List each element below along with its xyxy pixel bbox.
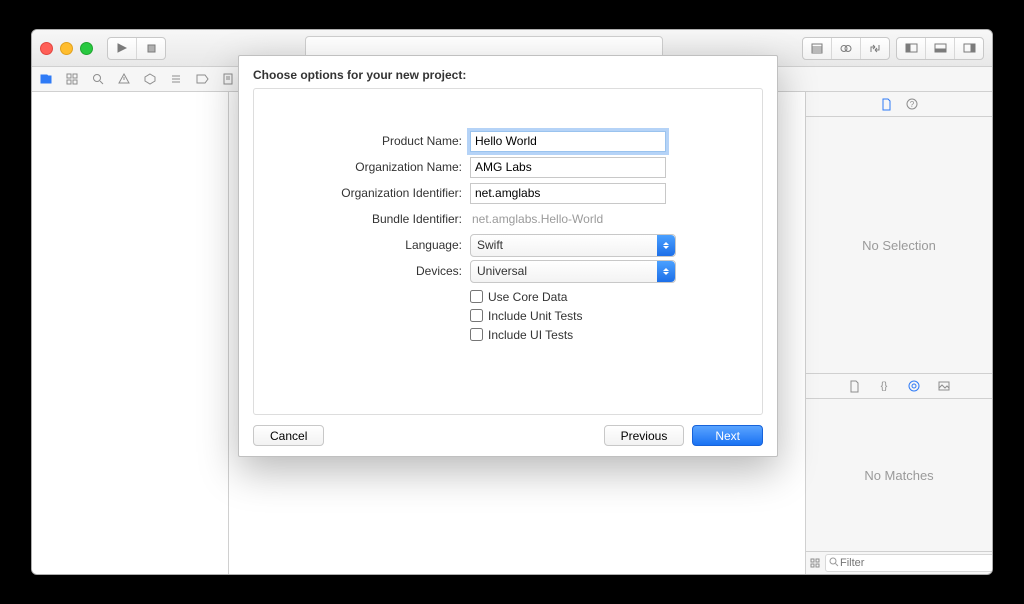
view-panels-segment <box>896 37 984 60</box>
quick-help-icon[interactable]: ? <box>906 98 918 110</box>
library-filter-bar <box>806 551 992 574</box>
close-window-button[interactable] <box>40 42 53 55</box>
find-navigator-icon[interactable] <box>90 71 106 87</box>
ui-tests-checkbox[interactable] <box>470 328 483 341</box>
organization-name-label: Organization Name: <box>274 160 470 174</box>
media-library-icon[interactable] <box>938 380 950 392</box>
code-snippet-library-icon[interactable]: {} <box>878 380 890 392</box>
toggle-utilities-button[interactable] <box>955 38 983 59</box>
library-filter-input[interactable] <box>825 554 993 572</box>
version-editor-button[interactable] <box>861 38 889 59</box>
file-template-library-icon[interactable] <box>849 380 860 393</box>
library-placeholder: No Matches <box>806 399 992 551</box>
core-data-label: Use Core Data <box>488 290 567 304</box>
stop-button[interactable] <box>137 38 165 59</box>
cancel-button[interactable]: Cancel <box>253 425 324 446</box>
assistant-editor-button[interactable] <box>832 38 861 59</box>
run-button[interactable] <box>108 38 137 59</box>
library-area: {} No Matches <box>806 373 992 574</box>
utilities-area: ? No Selection {} No Matches <box>805 92 992 574</box>
product-name-label: Product Name: <box>274 134 470 148</box>
organization-identifier-label: Organization Identifier: <box>274 186 470 200</box>
run-stop-segment <box>107 37 166 60</box>
xcode-window: ? No Selection {} No Matches <box>31 29 993 575</box>
unit-tests-checkbox[interactable] <box>470 309 483 322</box>
chevron-updown-icon <box>657 235 675 256</box>
next-button[interactable]: Next <box>692 425 763 446</box>
debug-navigator-icon[interactable] <box>168 71 184 87</box>
svg-text:{}: {} <box>880 381 887 392</box>
unit-tests-label: Include Unit Tests <box>488 309 583 323</box>
object-library-icon[interactable] <box>908 380 920 392</box>
bundle-identifier-label: Bundle Identifier: <box>274 212 470 226</box>
project-navigator-icon[interactable] <box>38 71 54 87</box>
file-inspector-icon[interactable] <box>881 98 892 111</box>
organization-identifier-input[interactable] <box>470 183 666 204</box>
devices-label: Devices: <box>274 264 470 278</box>
inspector-selector-bar: ? <box>806 92 992 117</box>
zoom-window-button[interactable] <box>80 42 93 55</box>
language-label: Language: <box>274 238 470 252</box>
symbol-navigator-icon[interactable] <box>64 71 80 87</box>
standard-editor-button[interactable] <box>803 38 832 59</box>
devices-value: Universal <box>477 264 527 278</box>
organization-name-input[interactable] <box>470 157 666 178</box>
devices-select[interactable]: Universal <box>470 260 676 283</box>
editor-mode-segment <box>802 37 890 60</box>
include-unit-tests-checkbox[interactable]: Include Unit Tests <box>470 306 742 325</box>
issue-navigator-icon[interactable] <box>116 71 132 87</box>
breakpoint-navigator-icon[interactable] <box>194 71 210 87</box>
new-project-options-sheet: Choose options for your new project: Pro… <box>238 55 778 457</box>
library-selector-bar: {} <box>806 374 992 399</box>
toggle-debug-area-button[interactable] <box>926 38 955 59</box>
no-matches-label: No Matches <box>864 468 933 483</box>
filter-icon <box>828 556 839 567</box>
language-value: Swift <box>477 238 503 252</box>
previous-button[interactable]: Previous <box>604 425 685 446</box>
chevron-updown-icon <box>657 261 675 282</box>
inspector-placeholder: No Selection <box>806 117 992 373</box>
test-navigator-icon[interactable] <box>142 71 158 87</box>
grid-list-toggle-icon[interactable] <box>810 556 821 570</box>
toggle-navigator-button[interactable] <box>897 38 926 59</box>
minimize-window-button[interactable] <box>60 42 73 55</box>
use-core-data-checkbox[interactable]: Use Core Data <box>470 287 742 306</box>
sheet-button-bar: Cancel Previous Next <box>253 425 763 446</box>
language-select[interactable]: Swift <box>470 234 676 257</box>
include-ui-tests-checkbox[interactable]: Include UI Tests <box>470 325 742 344</box>
window-controls <box>40 42 93 55</box>
sheet-form: Product Name: Organization Name: Organiz… <box>253 88 763 415</box>
sheet-title: Choose options for your new project: <box>253 68 763 82</box>
no-selection-label: No Selection <box>862 238 936 253</box>
core-data-checkbox[interactable] <box>470 290 483 303</box>
product-name-input[interactable] <box>470 131 666 152</box>
ui-tests-label: Include UI Tests <box>488 328 573 342</box>
navigator-area <box>32 92 229 574</box>
bundle-identifier-value: net.amglabs.Hello-World <box>470 212 603 226</box>
svg-text:?: ? <box>909 100 914 109</box>
report-navigator-icon[interactable] <box>220 71 236 87</box>
